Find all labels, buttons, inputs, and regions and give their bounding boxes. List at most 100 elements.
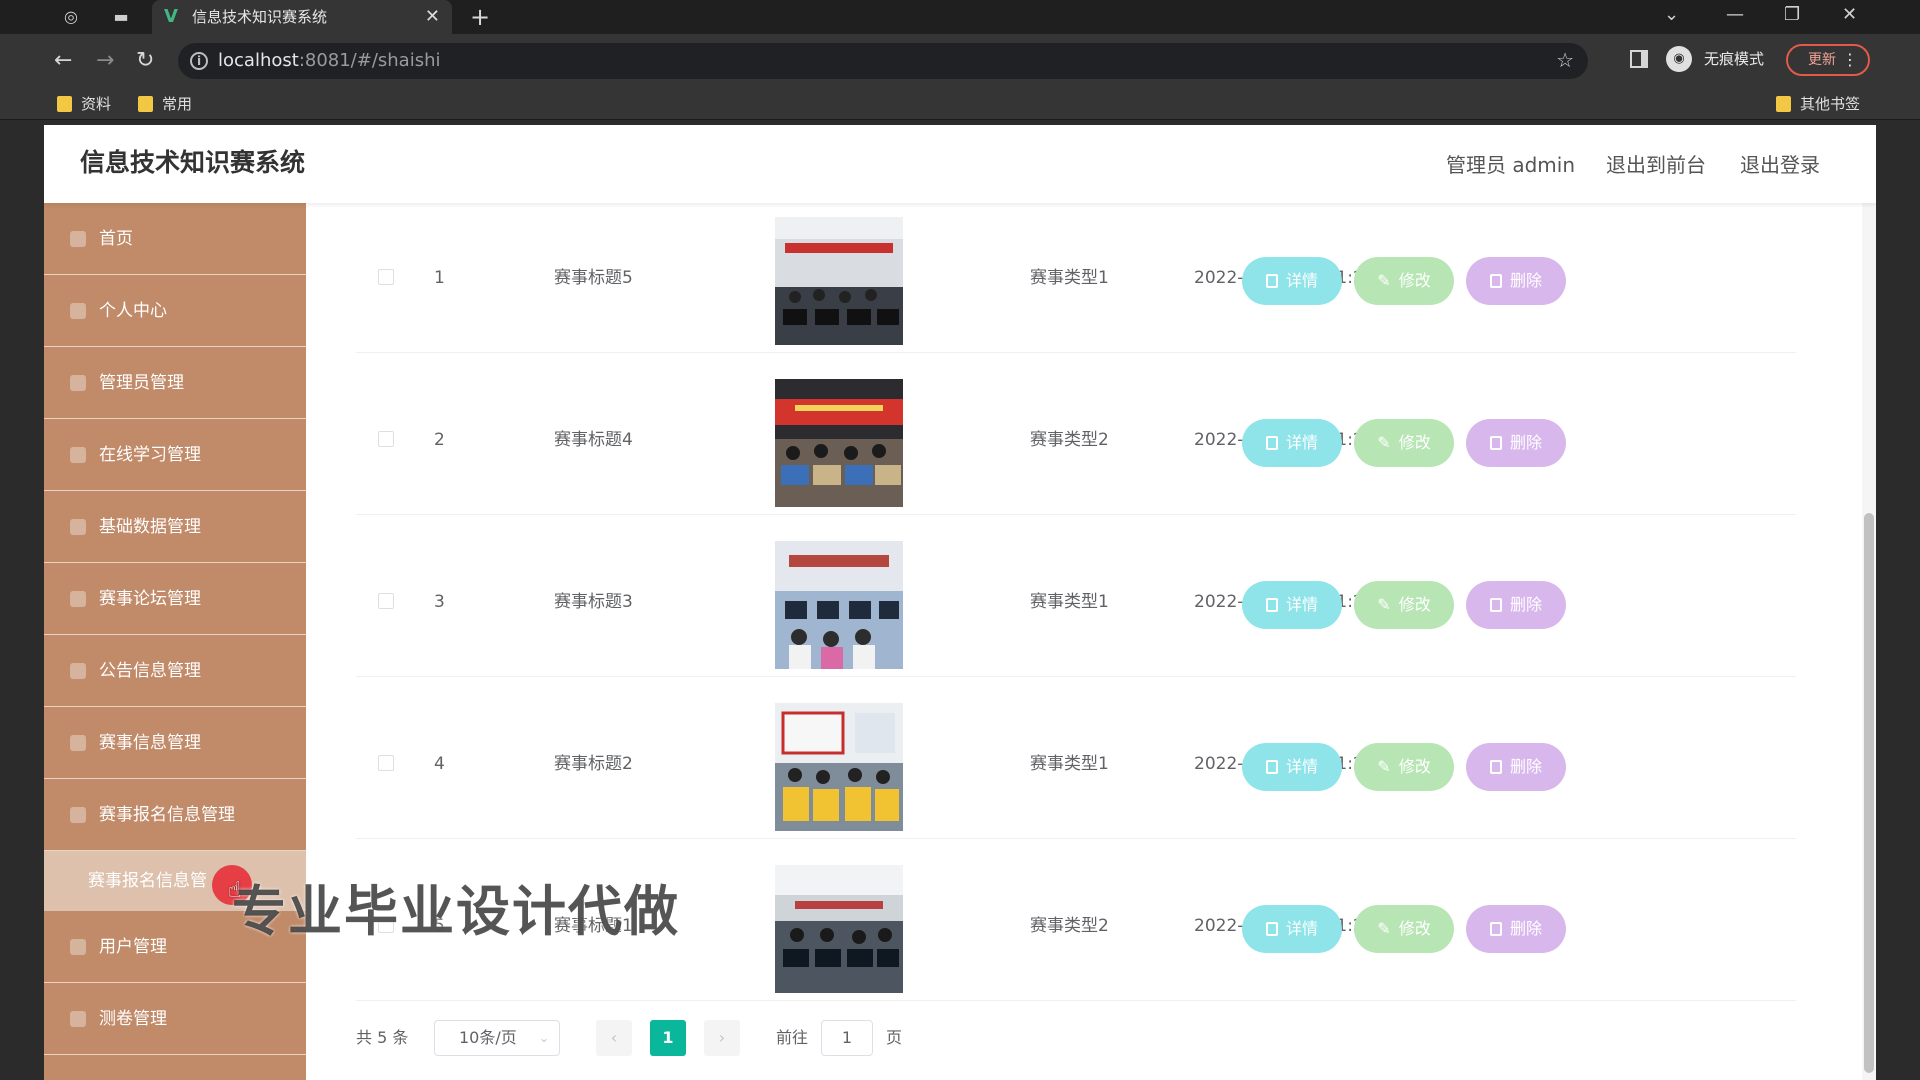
sidebar-item-basic-data[interactable]: 基础数据管理 [44,491,306,563]
address-bar[interactable]: i localhost:8081/#/shaishi ☆ [178,43,1588,79]
minimize-icon[interactable]: — [1726,4,1744,26]
row-type: 赛事类型1 [1030,268,1109,288]
restore-icon[interactable]: ❐ [1784,4,1800,26]
goto-page-input[interactable]: 1 [821,1020,873,1056]
row-type: 赛事类型1 [1030,754,1109,774]
close-icon[interactable]: ✕ [425,6,440,28]
folder-icon [1776,96,1791,112]
user-icon [70,303,86,319]
detail-button[interactable]: 详情 [1242,257,1342,305]
sidebar-item-exam[interactable]: 测卷管理 [44,983,306,1055]
document-icon [1265,274,1278,288]
row-checkbox[interactable] [378,431,394,447]
main-content: 1 赛事标题5 赛事类型1 2022-04-06 20:51:24 详情 ✎修改… [306,203,1876,1080]
trash-icon [1489,598,1502,612]
bookmark-folder-ziliao[interactable]: 资料 [57,94,111,114]
pencil-icon: ✎ [1377,919,1391,938]
row-checkbox[interactable] [378,269,394,285]
home-icon [70,231,86,247]
pagination-total: 共 5 条 [356,1028,409,1047]
edit-button[interactable]: ✎ 修改 [1354,419,1454,467]
row-index: 2 [434,430,445,450]
notice-icon [70,663,86,679]
pencil-icon: ✎ [1377,271,1391,290]
folder-icon [57,96,72,112]
bookmarks-bar: 资料 常用 其他书签 [0,88,1920,120]
sidebar-item-contest-signup[interactable]: 赛事报名信息管理 [44,779,306,851]
document-icon [1265,436,1278,450]
sidebar-item-contest-info[interactable]: 赛事信息管理 [44,707,306,779]
detail-button[interactable]: 详情 [1242,581,1342,629]
back-arrow-icon[interactable]: ← [54,48,72,74]
tab-group-icon[interactable]: ▬ [110,6,132,28]
book-icon [70,447,86,463]
page-number-current[interactable]: 1 [650,1020,686,1056]
sidebar-item-forum[interactable]: 赛事论坛管理 [44,563,306,635]
update-button[interactable]: 更新 ⋮ [1786,44,1870,76]
sidebar-item-admin[interactable]: 管理员管理 [44,347,306,419]
trash-icon [1489,436,1502,450]
tab-title: 信息技术知识赛系统 [192,8,328,26]
sidebar-menu: 首页 个人中心 管理员管理 在线学习管理 基础数据管理 赛事论坛管理 公告信息管… [44,203,306,1080]
forum-icon [70,591,86,607]
page-scrollbar[interactable] [1862,203,1876,1080]
pencil-icon: ✎ [1377,757,1391,776]
more-menu-icon[interactable]: ⋮ [1842,46,1858,74]
window-close-icon[interactable]: ✕ [1842,4,1857,26]
row-index: 1 [434,268,445,288]
incognito-label: 无痕模式 [1704,50,1765,68]
delete-button[interactable]: 删除 [1466,419,1566,467]
edit-button[interactable]: ✎ 修改 [1354,743,1454,791]
admin-icon [70,375,86,391]
bookmark-star-icon[interactable]: ☆ [1556,49,1574,71]
detail-button[interactable]: 详情 [1242,743,1342,791]
site-info-icon[interactable]: i [190,52,208,70]
sidebar-item-online-learning[interactable]: 在线学习管理 [44,419,306,491]
goto-unit: 页 [886,1028,903,1047]
exit-to-front-link[interactable]: 退出到前台 [1606,152,1706,178]
signup-icon [70,807,86,823]
prev-page-button[interactable]: ‹ [596,1020,632,1056]
contest-photo [775,217,903,345]
page-size-select[interactable]: 10条/页 ⌄ [434,1020,560,1056]
sidebar-item-notice[interactable]: 公告信息管理 [44,635,306,707]
row-checkbox[interactable] [378,755,394,771]
delete-button[interactable]: 删除 [1466,905,1566,953]
browser-tab-active[interactable]: V 信息技术知识赛系统 ✕ [152,0,452,34]
new-tab-icon[interactable]: + [470,4,490,30]
chevron-down-icon: ⌄ [538,1031,549,1045]
goto-label: 前往 [776,1028,809,1047]
contest-photo [775,865,903,993]
browser-profile-icon[interactable]: ◎ [60,6,82,28]
side-panel-icon[interactable] [1630,50,1648,68]
row-checkbox[interactable] [378,593,394,609]
browser-tabbar: ◎ ▬ V 信息技术知识赛系统 ✕ + ⌄ — ❐ ✕ [0,0,1920,34]
sidebar-item-home[interactable]: 首页 [44,203,306,275]
scrollbar-thumb[interactable] [1864,513,1874,1073]
row-type: 赛事类型2 [1030,430,1109,450]
pagination: 共 5 条 10条/页 ⌄ ‹ 1 › 前往 1 页 [356,1018,1056,1058]
delete-button[interactable]: 删除 [1466,581,1566,629]
delete-button[interactable]: 删除 [1466,743,1566,791]
incognito-icon[interactable]: ◉ [1666,46,1692,72]
edit-button[interactable]: ✎ 修改 [1354,257,1454,305]
detail-button[interactable]: 详情 [1242,419,1342,467]
row-title: 赛事标题4 [554,430,633,450]
row-title: 赛事标题5 [554,268,633,288]
row-title: 赛事标题2 [554,754,633,774]
forward-arrow-icon[interactable]: → [96,48,114,74]
edit-button[interactable]: ✎ 修改 [1354,581,1454,629]
sidebar-item-profile[interactable]: 个人中心 [44,275,306,347]
bookmark-folder-changyong[interactable]: 常用 [138,94,192,114]
bookmark-folder-other[interactable]: 其他书签 [1776,94,1860,114]
reload-icon[interactable]: ↻ [136,48,154,74]
folder-icon [138,96,153,112]
detail-button[interactable]: 详情 [1242,905,1342,953]
url-text[interactable]: localhost:8081/#/shaishi [218,51,441,71]
next-page-button[interactable]: › [704,1020,740,1056]
logout-link[interactable]: 退出登录 [1740,152,1820,178]
delete-button[interactable]: 删除 [1466,257,1566,305]
edit-button[interactable]: ✎ 修改 [1354,905,1454,953]
trash-icon [1489,274,1502,288]
tab-search-icon[interactable]: ⌄ [1664,4,1679,26]
